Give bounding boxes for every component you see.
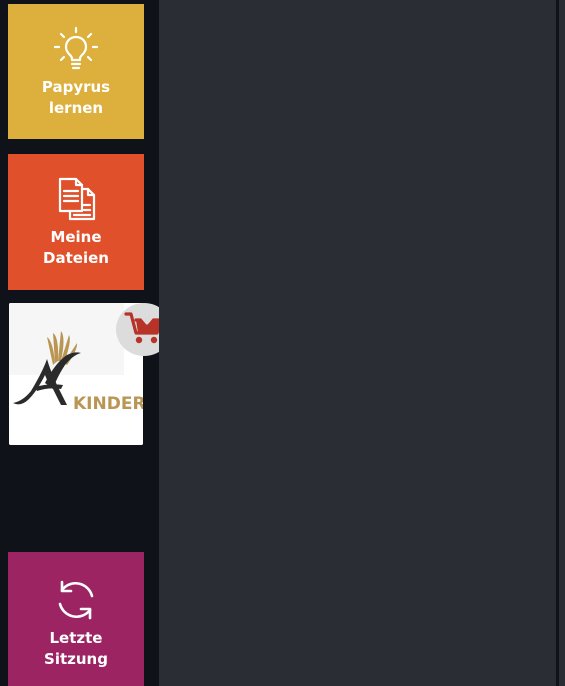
learn-papyrus-tile[interactable]: Papyrus lernen bbox=[8, 4, 144, 139]
main-content-panel bbox=[159, 0, 556, 686]
lightbulb-icon bbox=[52, 25, 100, 73]
files-icon bbox=[52, 175, 100, 223]
cart-icon bbox=[124, 309, 164, 350]
last-session-tile[interactable]: Letzte Sitzung bbox=[8, 552, 144, 686]
last-session-label: Letzte Sitzung bbox=[44, 629, 108, 668]
app-window: Papyrus lernen Meine Dateien KINDER Letz… bbox=[0, 0, 565, 686]
kinder-logo-text: KINDER bbox=[73, 394, 143, 414]
my-files-label: Meine Dateien bbox=[43, 228, 109, 267]
refresh-icon bbox=[52, 576, 100, 624]
my-files-tile[interactable]: Meine Dateien bbox=[8, 154, 144, 290]
right-panel-edge bbox=[559, 0, 565, 686]
learn-papyrus-label: Papyrus lernen bbox=[41, 77, 111, 117]
sidebar: Papyrus lernen Meine Dateien KINDER Letz… bbox=[0, 0, 172, 686]
